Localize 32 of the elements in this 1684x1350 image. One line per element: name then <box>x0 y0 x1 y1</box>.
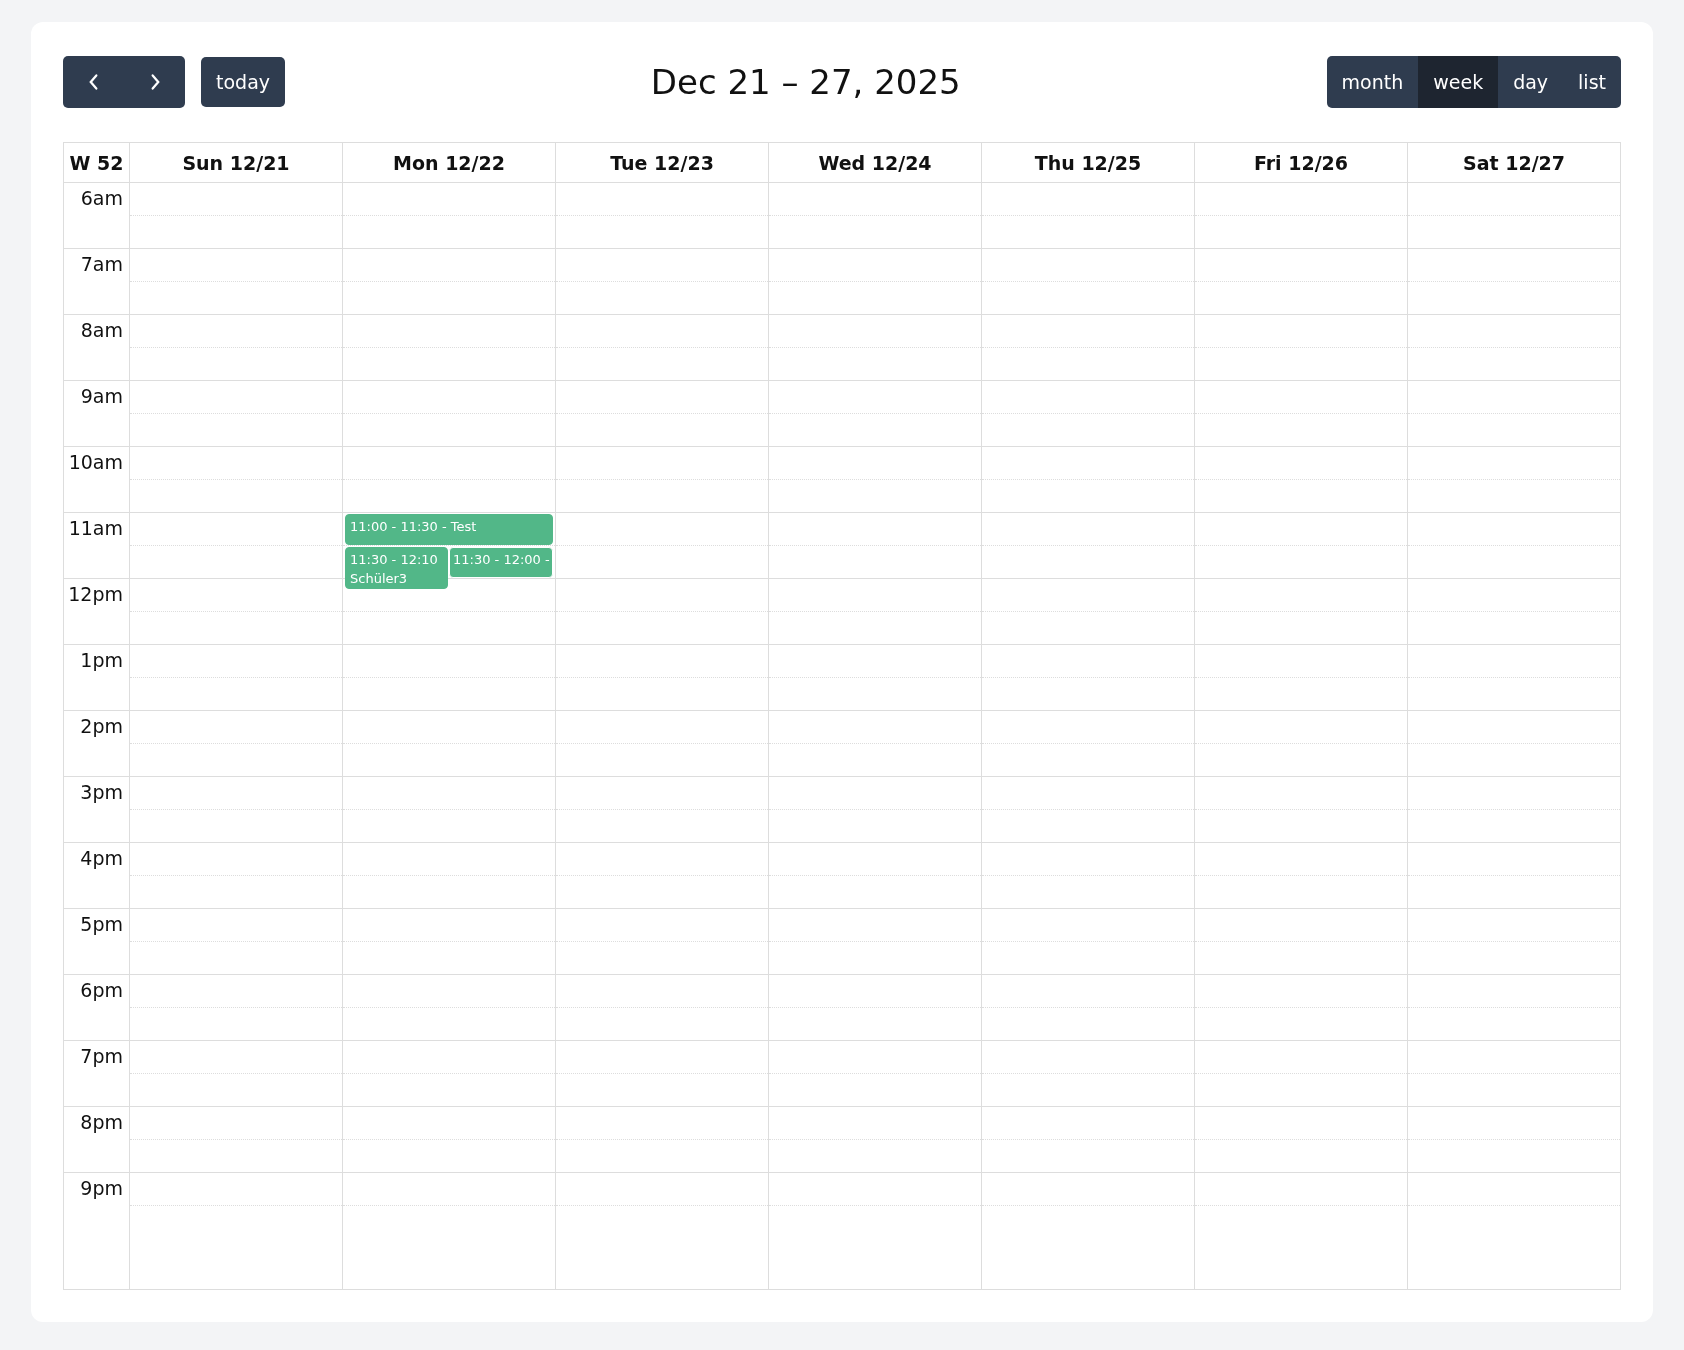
time-label: 3pm <box>80 781 123 803</box>
view-tab[interactable]: list <box>1563 56 1621 108</box>
day-header: Sat 12/27 <box>1462 150 1566 176</box>
day-header: Tue 12/23 <box>556 143 769 182</box>
time-label: 6am <box>80 187 123 209</box>
time-label: 9pm <box>80 1177 123 1199</box>
time-label: 7pm <box>80 1045 123 1067</box>
time-label: 8am <box>80 319 123 341</box>
view-tab[interactable]: day <box>1498 56 1564 108</box>
day-header: Sun 12/21 <box>130 143 343 182</box>
time-label: 4pm <box>80 847 123 869</box>
time-label: 1pm <box>80 649 123 671</box>
previous-button[interactable] <box>63 56 124 108</box>
time-label: 11am <box>68 517 123 539</box>
time-label: 6pm <box>80 979 123 1001</box>
time-label: 7am <box>80 253 123 275</box>
time-label: 5pm <box>80 913 123 935</box>
view-tab[interactable]: month <box>1326 56 1419 108</box>
day-header: Wed 12/24 <box>769 143 982 182</box>
today-button[interactable]: today <box>201 57 286 107</box>
date-range-title: Dec 21 – 27, 2025 <box>650 62 961 102</box>
day-header: Thu 12/25 <box>982 143 1195 182</box>
week-number: W 52 <box>64 143 130 182</box>
next-button[interactable] <box>124 56 185 108</box>
time-label: 8pm <box>80 1111 123 1133</box>
time-label: 2pm <box>80 715 123 737</box>
time-label: 10am <box>68 451 123 473</box>
time-label: 9am <box>80 385 123 407</box>
day-header: Fri 12/26 <box>1195 143 1408 182</box>
time-label: 12pm <box>68 583 123 605</box>
view-tab[interactable]: week <box>1418 56 1499 108</box>
day-header: Mon 12/22 <box>343 143 556 182</box>
